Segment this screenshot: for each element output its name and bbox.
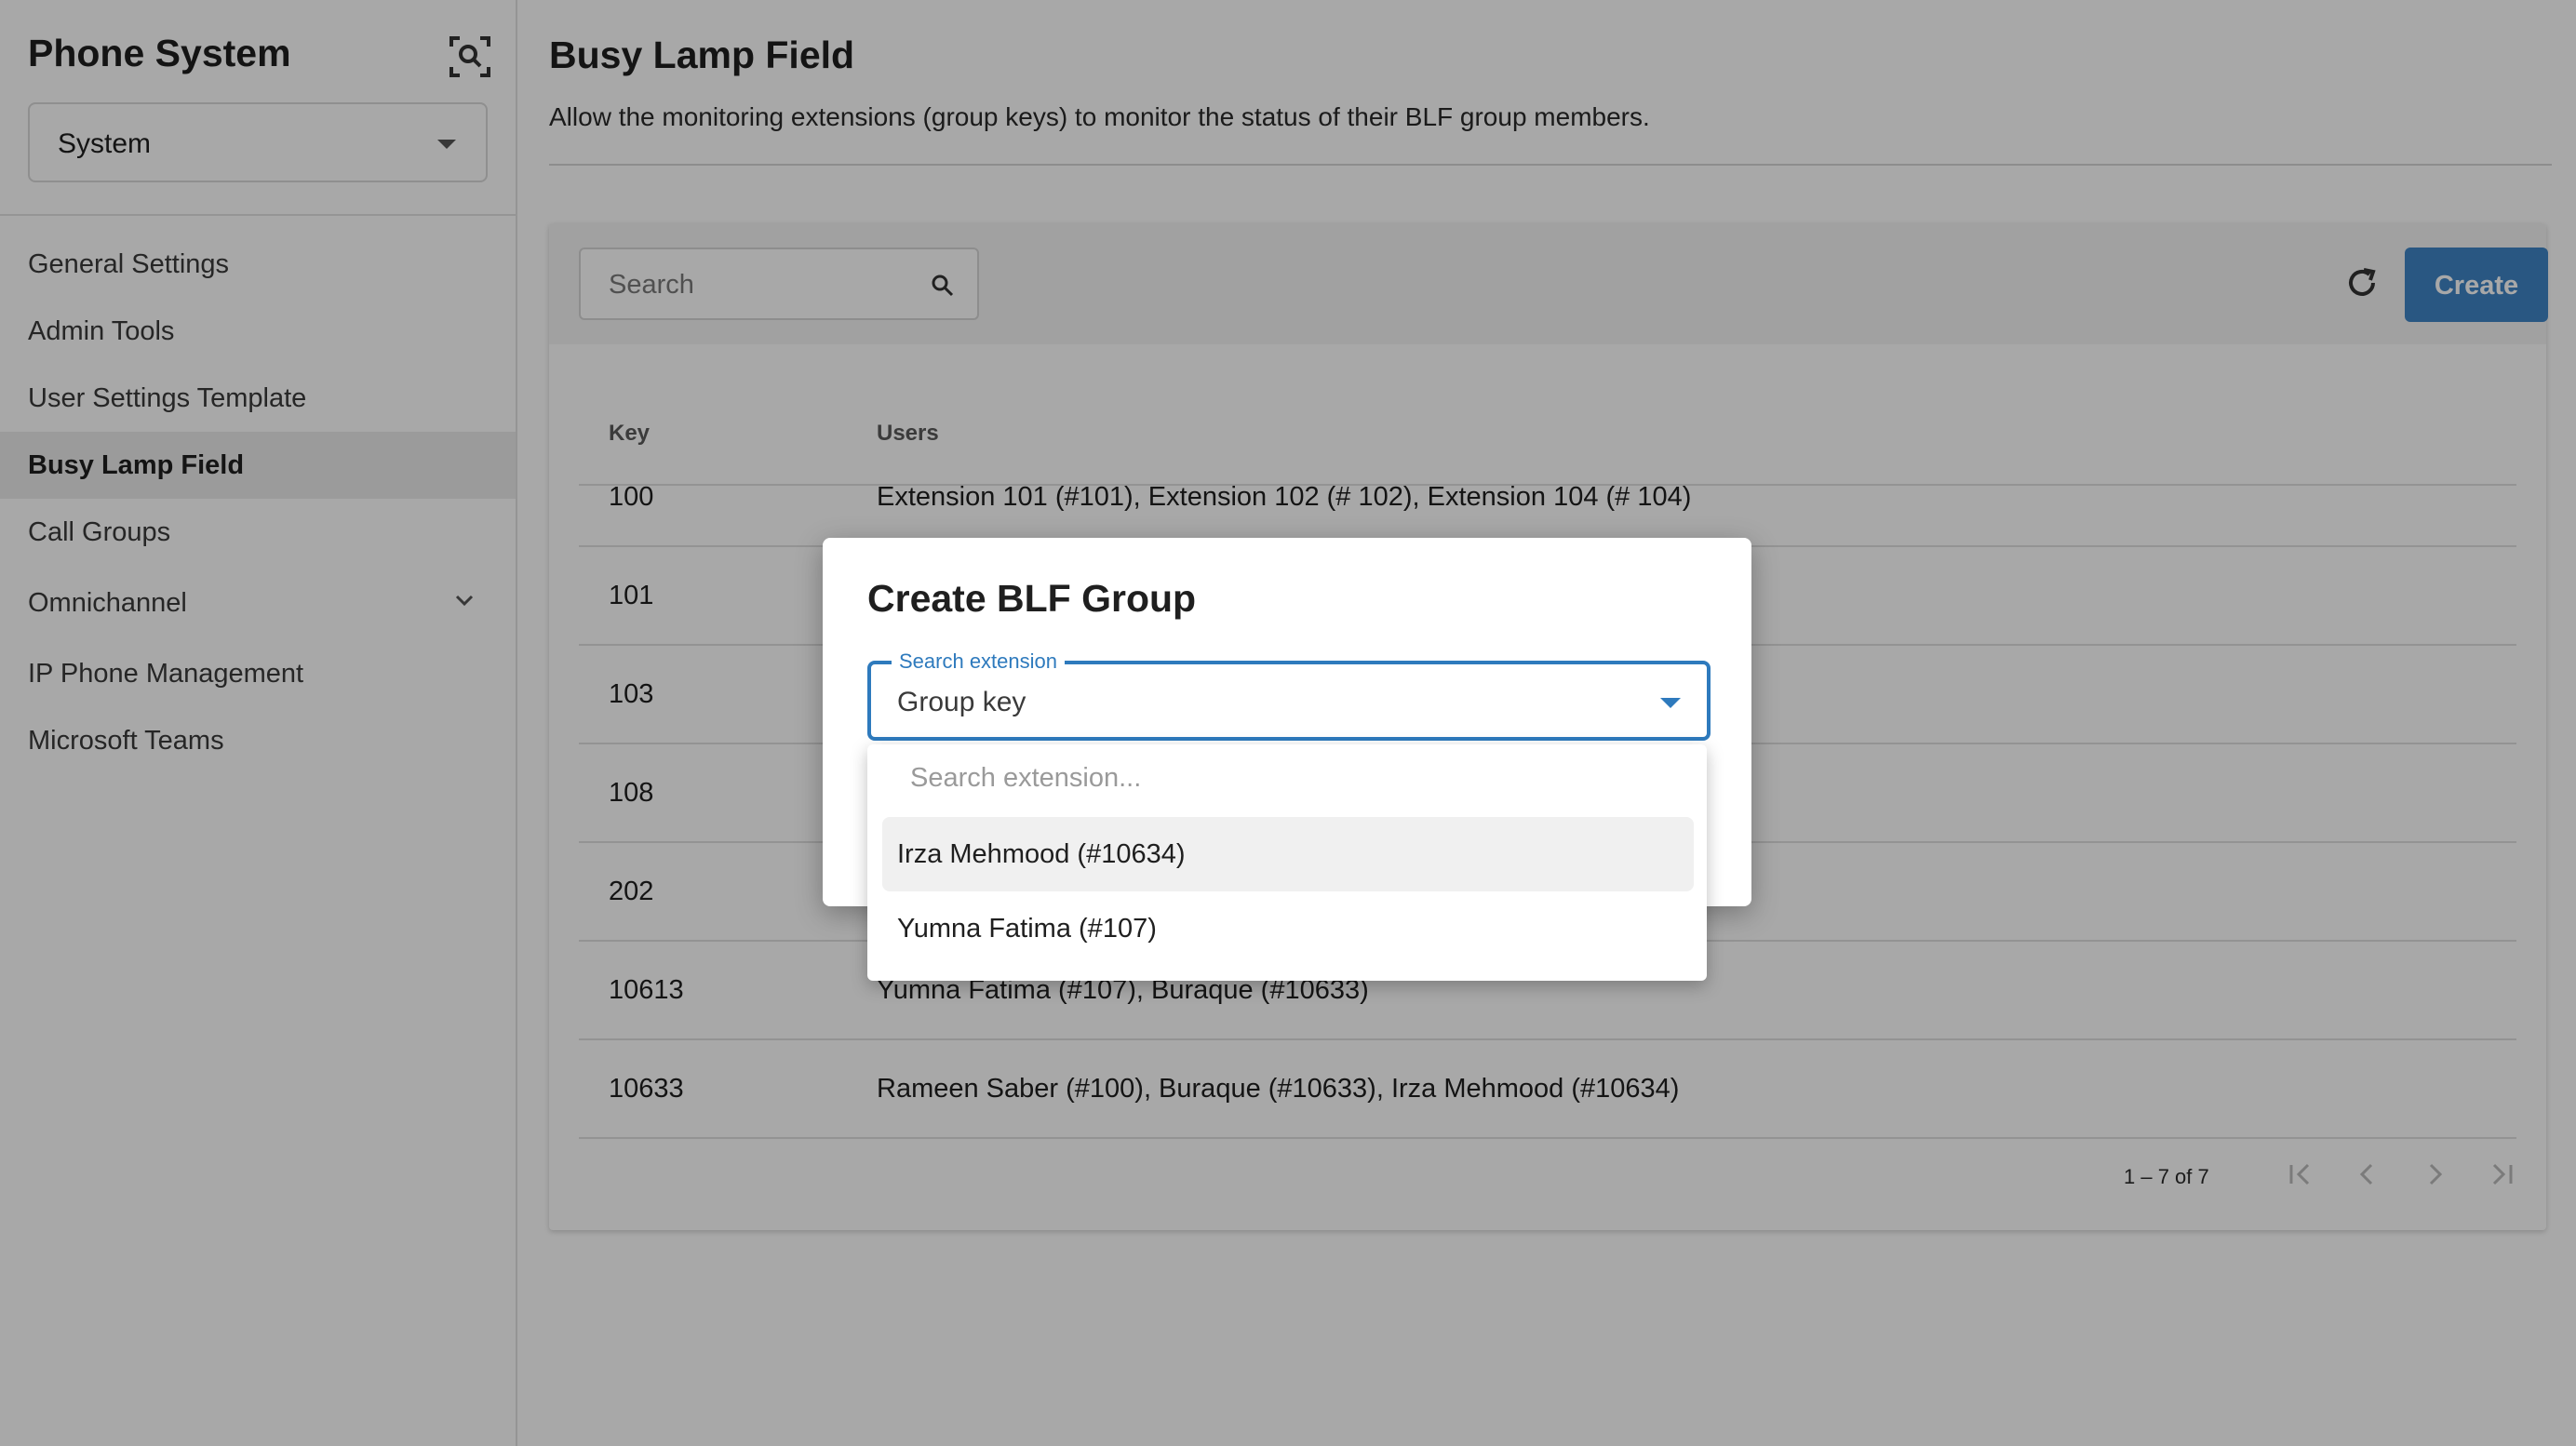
option-label: Yumna Fatima (#107) [897,914,1157,944]
caret-down-icon [1660,698,1681,708]
group-key-select[interactable]: Search extension Group key [867,649,1711,741]
dropdown-option[interactable]: Yumna Fatima (#107) [882,891,1694,966]
dialog-title: Create BLF Group [867,577,1197,620]
dropdown-option[interactable]: Irza Mehmood (#10634) [882,817,1694,891]
extension-dropdown: Search extension... Irza Mehmood (#10634… [867,744,1707,981]
dropdown-search-input[interactable]: Search extension... [910,763,1141,794]
option-label: Irza Mehmood (#10634) [897,839,1186,869]
field-value: Group key [897,687,1026,717]
field-label: Search extension [892,649,1065,674]
